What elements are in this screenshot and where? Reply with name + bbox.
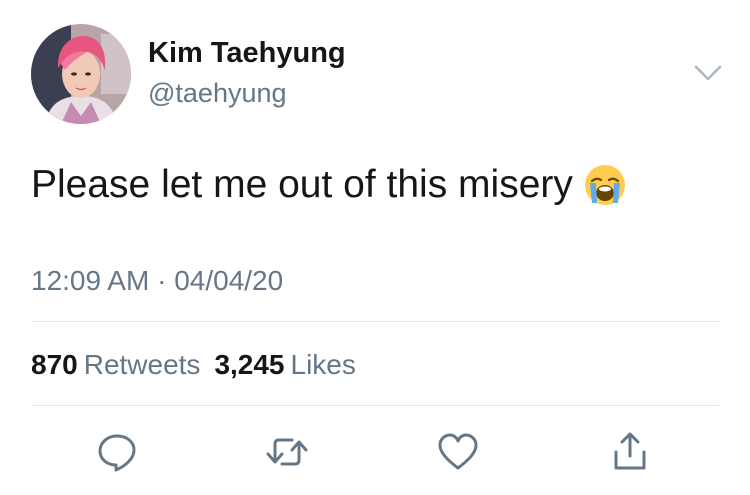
likes-label: Likes (290, 349, 356, 380)
timestamp-separator: · (157, 265, 167, 296)
share-button[interactable] (606, 428, 654, 476)
reply-icon (98, 434, 136, 472)
loudly-crying-face-icon (583, 163, 627, 207)
author-display-name[interactable]: Kim Taehyung (148, 39, 346, 68)
tweet-timestamp[interactable]: 12:09 AM · 04/04/20 (31, 265, 283, 297)
retweet-icon (266, 438, 308, 466)
share-icon (614, 432, 646, 470)
tweet-stats: 870 Retweets 3,245 Likes (31, 348, 356, 382)
tweet-text: Please let me out of this misery (31, 161, 627, 209)
tweet-date: 04/04/20 (174, 265, 284, 296)
heart-icon (438, 433, 478, 470)
like-button[interactable] (434, 428, 482, 476)
likes-stat[interactable]: 3,245 Likes (214, 349, 355, 380)
retweet-button[interactable] (263, 428, 311, 476)
retweets-count: 870 (31, 349, 78, 380)
divider (31, 405, 719, 406)
author-handle[interactable]: @taehyung (148, 80, 287, 107)
retweets-stat[interactable]: 870 Retweets (31, 349, 200, 380)
tweet-time: 12:09 AM (31, 265, 150, 296)
divider (31, 321, 719, 322)
chevron-down-icon[interactable] (690, 60, 726, 86)
tweet-body: Please let me out of this misery (31, 163, 573, 206)
likes-count: 3,245 (214, 349, 285, 380)
profile-photo-icon (31, 24, 131, 124)
avatar[interactable] (31, 24, 131, 124)
retweets-label: Retweets (83, 349, 201, 380)
reply-button[interactable] (93, 428, 141, 476)
